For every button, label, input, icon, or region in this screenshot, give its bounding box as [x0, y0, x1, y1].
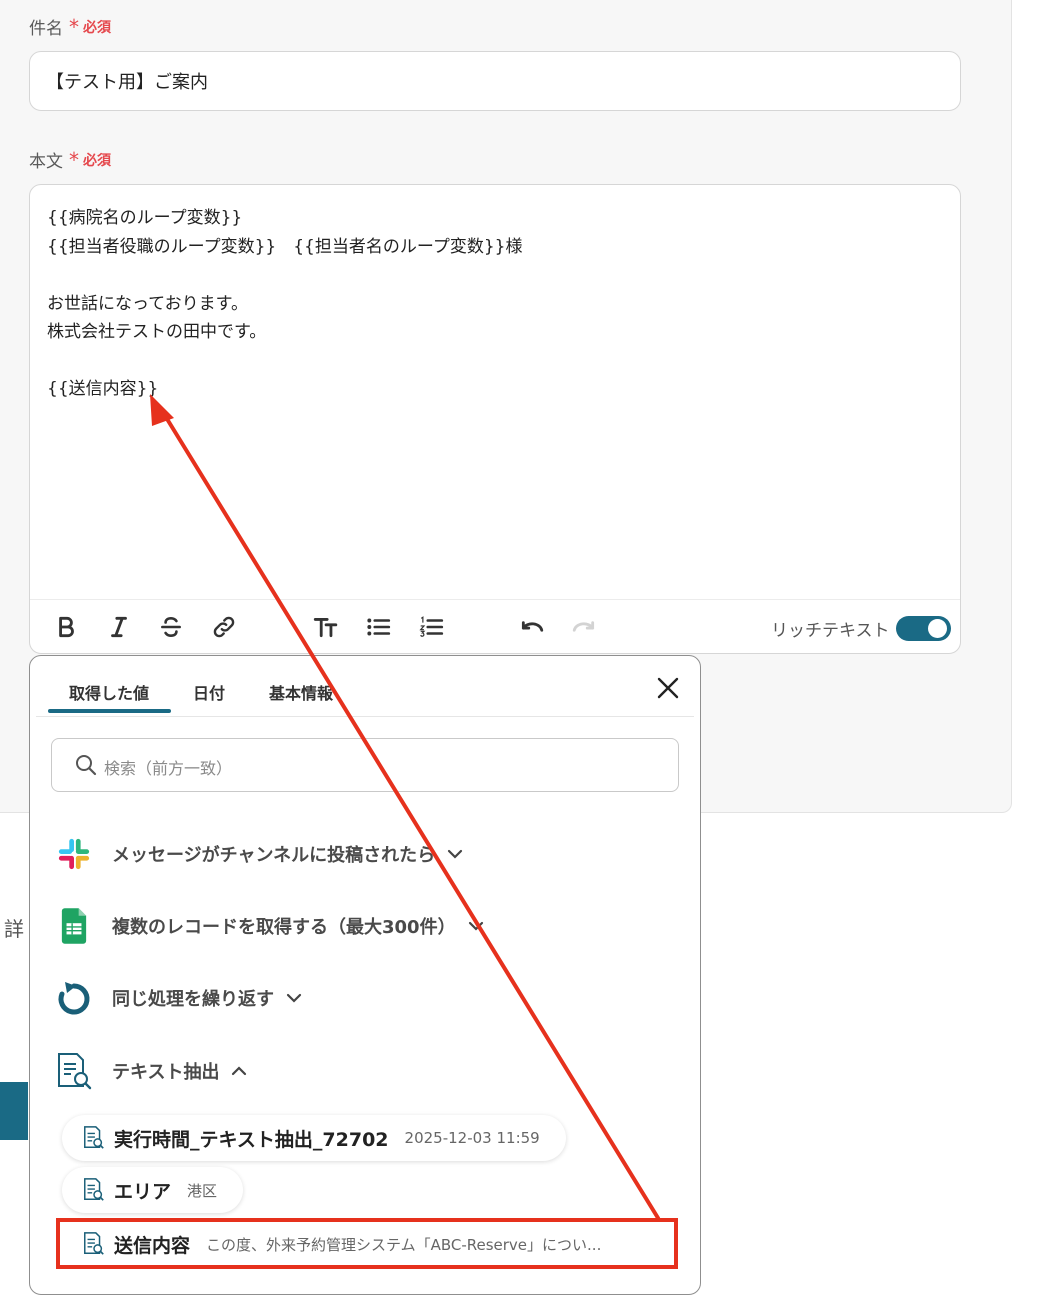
- bold-icon[interactable]: [51, 612, 81, 642]
- subject-label-row: 件名 * 必須: [29, 14, 111, 40]
- value-preview: 港区: [187, 1181, 218, 1200]
- group-text-extract[interactable]: テキスト抽出: [54, 1049, 249, 1093]
- loop-icon: [54, 978, 94, 1018]
- value-name: 実行時間_テキスト抽出_72702: [114, 1128, 389, 1151]
- link-icon[interactable]: [209, 612, 239, 642]
- value-chip-area[interactable]: エリア 港区: [62, 1167, 244, 1213]
- chevron-up-icon: [232, 1066, 247, 1076]
- value-preview: 2025-12-03 11:59: [404, 1129, 540, 1147]
- active-tab-indicator: [48, 709, 171, 713]
- group-label: テキスト抽出: [112, 1062, 220, 1083]
- group-label: 同じ処理を繰り返す: [112, 989, 274, 1010]
- chevron-down-icon: [468, 921, 483, 931]
- required-asterisk: *: [69, 14, 79, 39]
- editor-toolbar: リッチテキスト: [30, 599, 960, 654]
- annotation-highlight-box: [56, 1218, 678, 1269]
- text-extract-icon: [54, 1051, 94, 1091]
- required-badge: 必須: [83, 19, 111, 36]
- body-label-row: 本文 * 必須: [29, 147, 111, 173]
- tab-acquired-values[interactable]: 取得した値: [69, 680, 149, 704]
- value-name: エリア: [114, 1180, 172, 1203]
- group-label: メッセージがチャンネルに投稿されたら: [112, 845, 436, 866]
- group-slack-trigger[interactable]: メッセージがチャンネルに投稿されたら: [54, 832, 465, 876]
- strikethrough-icon[interactable]: [156, 612, 186, 642]
- group-get-records[interactable]: 複数のレコードを取得する（最大300件）: [54, 904, 486, 948]
- tab-basic-info[interactable]: 基本情報: [269, 680, 333, 704]
- undo-icon[interactable]: [517, 612, 547, 642]
- search-icon: [74, 753, 98, 777]
- tab-date[interactable]: 日付: [193, 680, 225, 704]
- required-asterisk: *: [69, 147, 79, 172]
- text-size-icon[interactable]: [310, 612, 340, 642]
- value-picker-panel: 取得した値 日付 基本情報 検索（前方一致） メッセージがチャンネルに投稿された…: [29, 655, 701, 1295]
- rich-text-toggle[interactable]: [896, 616, 951, 641]
- picker-tabs: 取得した値 日付 基本情報: [36, 656, 694, 717]
- body-editor[interactable]: {{病院名のループ変数}} {{担当者役職のループ変数}} {{担当者名のループ…: [29, 184, 961, 654]
- close-icon[interactable]: [654, 674, 682, 702]
- redo-icon[interactable]: [569, 612, 599, 642]
- subject-label: 件名: [29, 19, 63, 39]
- group-loop[interactable]: 同じ処理を繰り返す: [54, 976, 304, 1020]
- body-label: 本文: [29, 152, 63, 172]
- text-extract-icon: [84, 1126, 104, 1149]
- italic-icon[interactable]: [104, 612, 134, 642]
- text-extract-icon: [84, 1178, 104, 1201]
- value-chip-exec-time[interactable]: 実行時間_テキスト抽出_72702 2025-12-03 11:59: [62, 1115, 566, 1161]
- chevron-down-icon: [448, 849, 463, 859]
- required-badge: 必須: [83, 152, 111, 169]
- search-placeholder: 検索（前方一致）: [104, 759, 233, 778]
- rich-text-label: リッチテキスト: [771, 621, 890, 641]
- search-field[interactable]: 検索（前方一致）: [51, 738, 679, 792]
- background-label: 詳: [4, 917, 24, 941]
- group-label: 複数のレコードを取得する（最大300件）: [112, 917, 456, 938]
- chevron-down-icon: [286, 993, 302, 1003]
- google-sheets-icon: [54, 906, 94, 946]
- background-button[interactable]: [0, 1082, 28, 1140]
- bullet-list-icon[interactable]: [363, 612, 393, 642]
- numbered-list-icon[interactable]: [416, 612, 446, 642]
- body-text[interactable]: {{病院名のループ変数}} {{担当者役職のループ変数}} {{担当者名のループ…: [47, 204, 523, 404]
- subject-input[interactable]: 【テスト用】ご案内: [29, 51, 961, 111]
- slack-icon: [54, 834, 94, 874]
